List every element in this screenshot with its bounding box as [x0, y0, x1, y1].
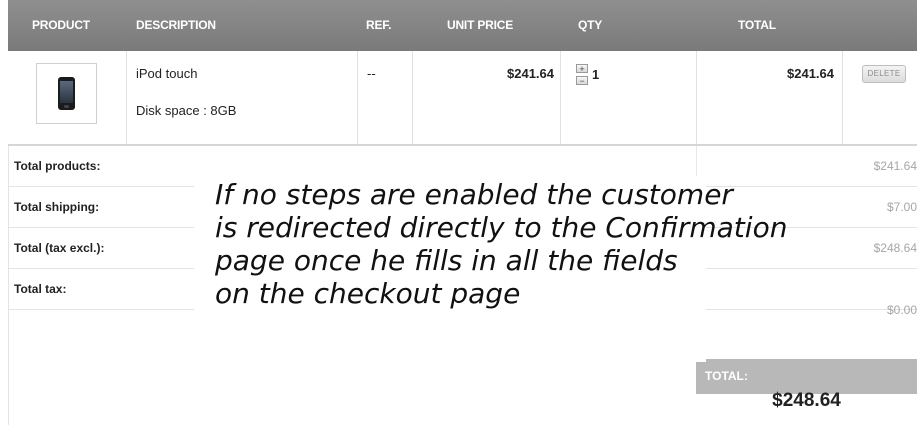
header-unit-price: UNIT PRICE — [447, 18, 514, 32]
total-products-label: Total products: — [14, 159, 101, 173]
quantity-value: 1 — [592, 67, 600, 82]
header-description: DESCRIPTION — [136, 18, 216, 32]
product-name[interactable]: iPod touch — [136, 66, 197, 81]
delete-button[interactable]: DELETE — [862, 65, 906, 83]
column-divider — [412, 51, 413, 144]
annotation-note: If no steps are enabled the customer is … — [215, 178, 788, 310]
grand-total-label: TOTAL: — [696, 359, 917, 394]
product-thumbnail[interactable] — [36, 63, 97, 124]
total-tax-label: Total tax: — [14, 282, 67, 296]
column-divider — [696, 51, 697, 144]
column-divider — [357, 51, 358, 144]
product-attribute: Disk space : 8GB — [136, 103, 237, 118]
cart-table-header: PRODUCT DESCRIPTION REF. UNIT PRICE QTY … — [8, 0, 917, 51]
total-shipping-label: Total shipping: — [14, 200, 100, 214]
grand-total-value: $248.64 — [696, 391, 917, 425]
header-total: TOTAL — [738, 18, 776, 32]
column-divider — [842, 51, 843, 144]
ipod-icon — [58, 77, 75, 110]
row-total: $241.64 — [787, 66, 834, 81]
column-divider — [560, 51, 561, 144]
unit-price: $241.64 — [507, 66, 554, 81]
qty-increase-button[interactable]: + — [576, 64, 588, 74]
total-products-value: $241.64 — [873, 159, 917, 173]
header-ref: REF. — [366, 18, 392, 32]
column-divider — [126, 51, 127, 144]
total-tax-excl-label: Total (tax excl.): — [14, 241, 105, 255]
qty-decrease-button[interactable]: − — [576, 76, 588, 86]
header-qty: QTY — [578, 18, 603, 32]
product-ref: -- — [367, 66, 376, 81]
header-product: PRODUCT — [32, 18, 90, 32]
